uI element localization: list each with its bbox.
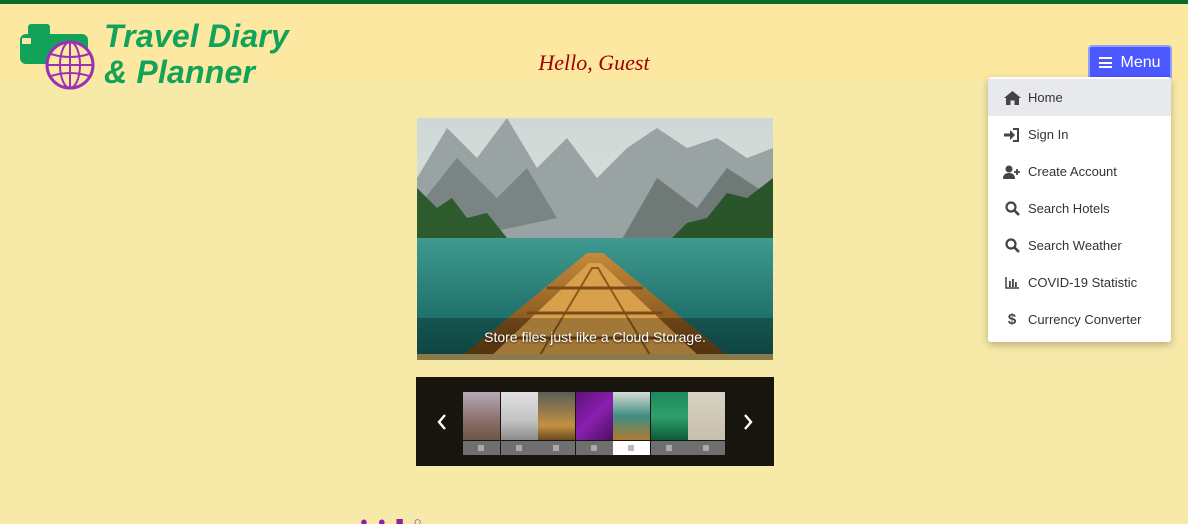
- search-icon: [1002, 238, 1022, 253]
- menu-item-covid-statistic[interactable]: COVID-19 Statistic: [988, 264, 1171, 301]
- menu-item-create-account[interactable]: Create Account: [988, 153, 1171, 190]
- thumbnail-controls-4[interactable]: [575, 441, 613, 455]
- thumbnail-controls-3[interactable]: [538, 441, 575, 455]
- menu-button-label: Menu: [1120, 53, 1161, 71]
- thumbnail-controls-1[interactable]: [463, 441, 500, 455]
- user-plus-icon: [1002, 165, 1022, 179]
- menu-item-label: Sign In: [1028, 127, 1069, 142]
- thumbnail-1[interactable]: [463, 392, 500, 440]
- instagram-icon[interactable]: ○: [414, 514, 422, 524]
- thumbnails: [463, 392, 726, 455]
- thumbnail-6[interactable]: [650, 392, 688, 440]
- greeting: Hello, Guest: [0, 50, 1188, 76]
- sign-in-icon: [1002, 127, 1022, 142]
- thumbnail-7[interactable]: [688, 392, 725, 440]
- thumbnail-3[interactable]: [538, 392, 575, 440]
- thumbnail-strip: [416, 377, 774, 466]
- image-carousel[interactable]: Store files just like a Cloud Storage.: [417, 118, 773, 360]
- menu-item-search-hotels[interactable]: Search Hotels: [988, 190, 1171, 227]
- thumbnail-controls-7[interactable]: [688, 441, 725, 455]
- linkedin-icon[interactable]: ■: [396, 514, 404, 524]
- bar-chart-icon: [1002, 276, 1022, 289]
- menu-item-label: Create Account: [1028, 164, 1117, 179]
- menu-item-search-weather[interactable]: Search Weather: [988, 227, 1171, 264]
- menu-item-label: Currency Converter: [1028, 312, 1142, 327]
- thumbnail-2[interactable]: [500, 392, 538, 440]
- search-icon: [1002, 201, 1022, 216]
- site-header: Travel Diary & Planner Hello, Guest Menu: [0, 4, 1188, 90]
- home-icon: [1002, 90, 1022, 105]
- menu-item-label: Search Weather: [1028, 238, 1122, 253]
- greeting-text: Hello, Guest: [538, 50, 650, 75]
- menu-dropdown: Home Sign In Create Account Search Hotel…: [988, 77, 1171, 342]
- menu-item-label: COVID-19 Statistic: [1028, 275, 1138, 290]
- thumbnail-controls-2[interactable]: [500, 441, 538, 455]
- slide-caption: Store files just like a Cloud Storage.: [484, 329, 706, 345]
- chevron-right-icon: [744, 414, 753, 430]
- thumbnail-controls-5[interactable]: [613, 441, 650, 455]
- hamburger-icon: [1099, 57, 1113, 68]
- slide-image-lake-boat: [417, 118, 773, 360]
- menu-button[interactable]: Menu: [1088, 45, 1172, 80]
- menu-item-currency-converter[interactable]: $ Currency Converter: [988, 301, 1171, 338]
- menu-item-home[interactable]: Home: [988, 79, 1171, 116]
- thumbnail-4[interactable]: [575, 392, 613, 440]
- dollar-icon: $: [1007, 311, 1017, 328]
- footer-links: ● ● ■ ○: [360, 514, 860, 524]
- github-icon[interactable]: ●: [360, 514, 368, 524]
- menu-item-label: Home: [1028, 90, 1063, 105]
- menu-item-label: Search Hotels: [1028, 201, 1110, 216]
- thumbnail-controls-6[interactable]: [650, 441, 688, 455]
- twitter-icon[interactable]: ●: [378, 514, 386, 524]
- chevron-left-icon: [437, 414, 446, 430]
- thumbnail-5[interactable]: [613, 392, 650, 440]
- prev-slide-button[interactable]: [432, 409, 452, 435]
- next-slide-button[interactable]: [738, 409, 758, 435]
- menu-item-sign-in[interactable]: Sign In: [988, 116, 1171, 153]
